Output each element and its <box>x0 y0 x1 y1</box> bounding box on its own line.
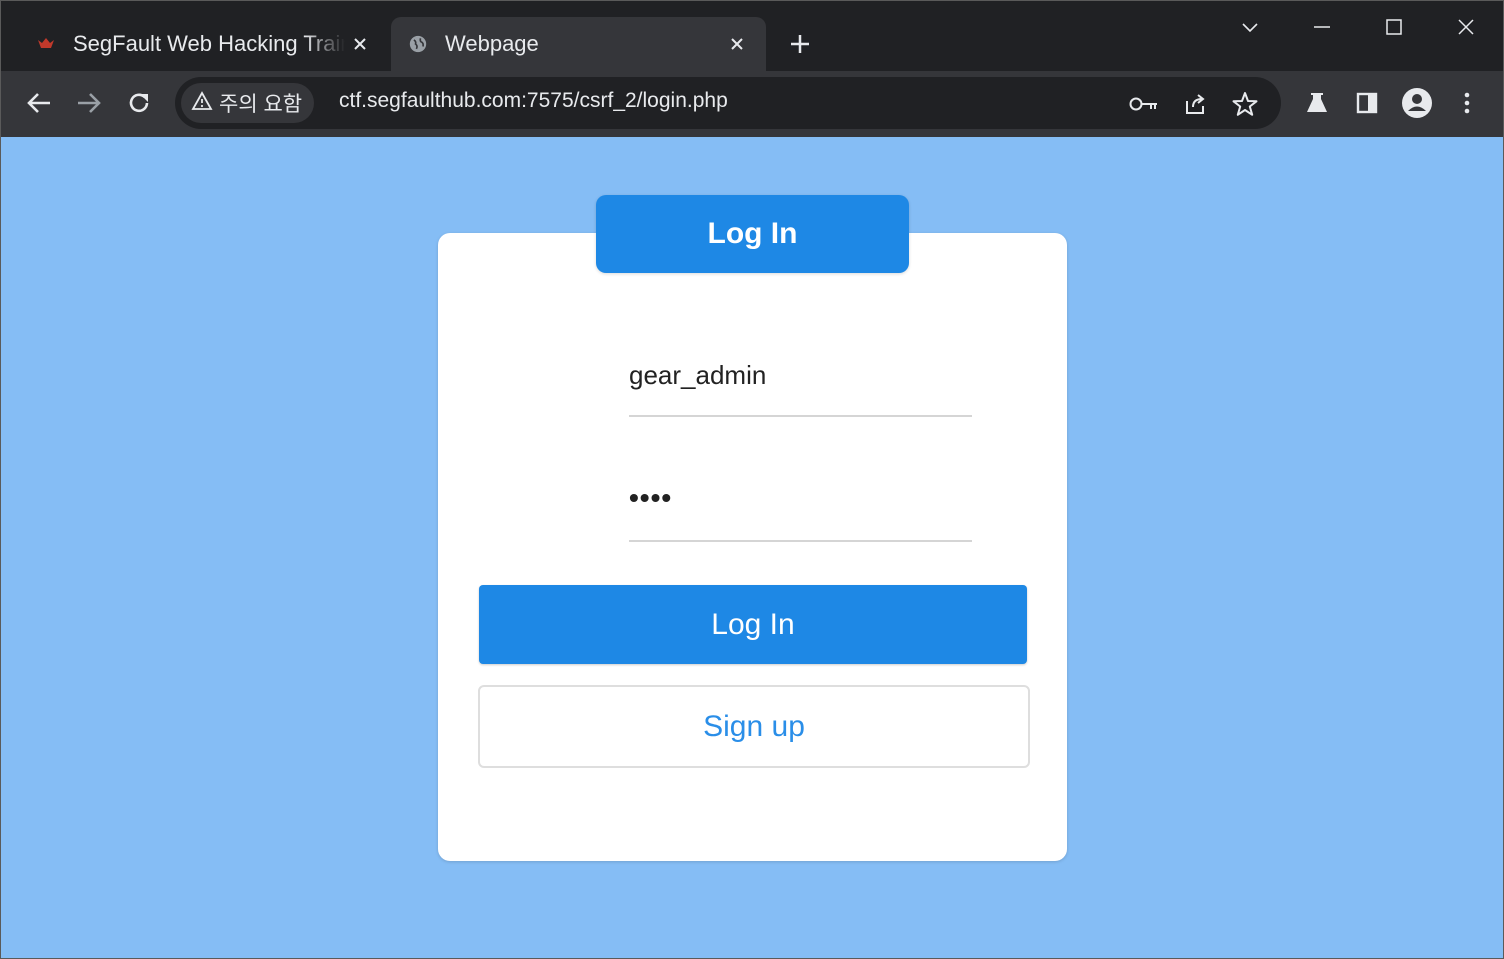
reload-icon[interactable] <box>119 83 159 123</box>
globe-icon <box>409 35 427 53</box>
new-tab-plus-icon[interactable] <box>783 27 817 61</box>
tab-title: SegFault Web Hacking Training <box>73 31 345 56</box>
warning-triangle-icon <box>191 90 213 116</box>
segfault-logo-icon <box>37 35 55 53</box>
minimize-icon[interactable] <box>1299 7 1345 47</box>
forward-arrow-icon[interactable] <box>69 83 109 123</box>
username-value: gear_admin <box>629 360 767 390</box>
tab-webpage[interactable]: Webpage <box>391 17 766 71</box>
url-text[interactable]: ctf.segfaulthub.com:7575/csrf_2/login.ph… <box>339 89 728 113</box>
login-button[interactable]: Log In <box>479 585 1027 664</box>
username-field[interactable]: gear_admin <box>629 355 972 417</box>
password-key-icon[interactable] <box>1127 87 1161 121</box>
security-chip[interactable]: 주의 요함 <box>181 83 315 123</box>
tab-strip: SegFault Web Hacking Training Webpage <box>1 1 1503 71</box>
login-card-header: Log In <box>596 195 909 273</box>
labs-flask-icon[interactable] <box>1299 85 1335 121</box>
security-chip-label: 주의 요함 <box>219 93 303 116</box>
browser-window: SegFault Web Hacking Training Webpage <box>0 0 1504 959</box>
window-close-icon[interactable] <box>1443 7 1489 47</box>
side-panel-icon[interactable] <box>1349 85 1385 121</box>
tab-segfault[interactable]: SegFault Web Hacking Training <box>19 17 389 71</box>
share-icon[interactable] <box>1178 87 1212 121</box>
tab-close-icon[interactable] <box>345 29 375 59</box>
back-arrow-icon[interactable] <box>19 83 59 123</box>
toolbar: 주의 요함 ctf.segfaulthub.com:7575/csrf_2/lo… <box>1 71 1503 137</box>
bookmark-star-icon[interactable] <box>1228 87 1262 121</box>
signup-button[interactable]: Sign up <box>478 685 1030 768</box>
password-masked-value: •••• <box>629 482 673 513</box>
kebab-menu-icon[interactable] <box>1449 85 1485 121</box>
tab-title: Webpage <box>445 31 539 56</box>
maximize-icon[interactable] <box>1371 7 1417 47</box>
tab-close-icon[interactable] <box>722 29 752 59</box>
page-viewport: Log In gear_admin •••• Log In Sign up <box>1 137 1503 958</box>
profile-avatar-icon[interactable] <box>1399 85 1435 121</box>
address-bar[interactable]: 주의 요함 ctf.segfaulthub.com:7575/csrf_2/lo… <box>175 77 1281 129</box>
password-field[interactable]: •••• <box>629 480 972 542</box>
tab-search-chevron-icon[interactable] <box>1227 7 1273 47</box>
